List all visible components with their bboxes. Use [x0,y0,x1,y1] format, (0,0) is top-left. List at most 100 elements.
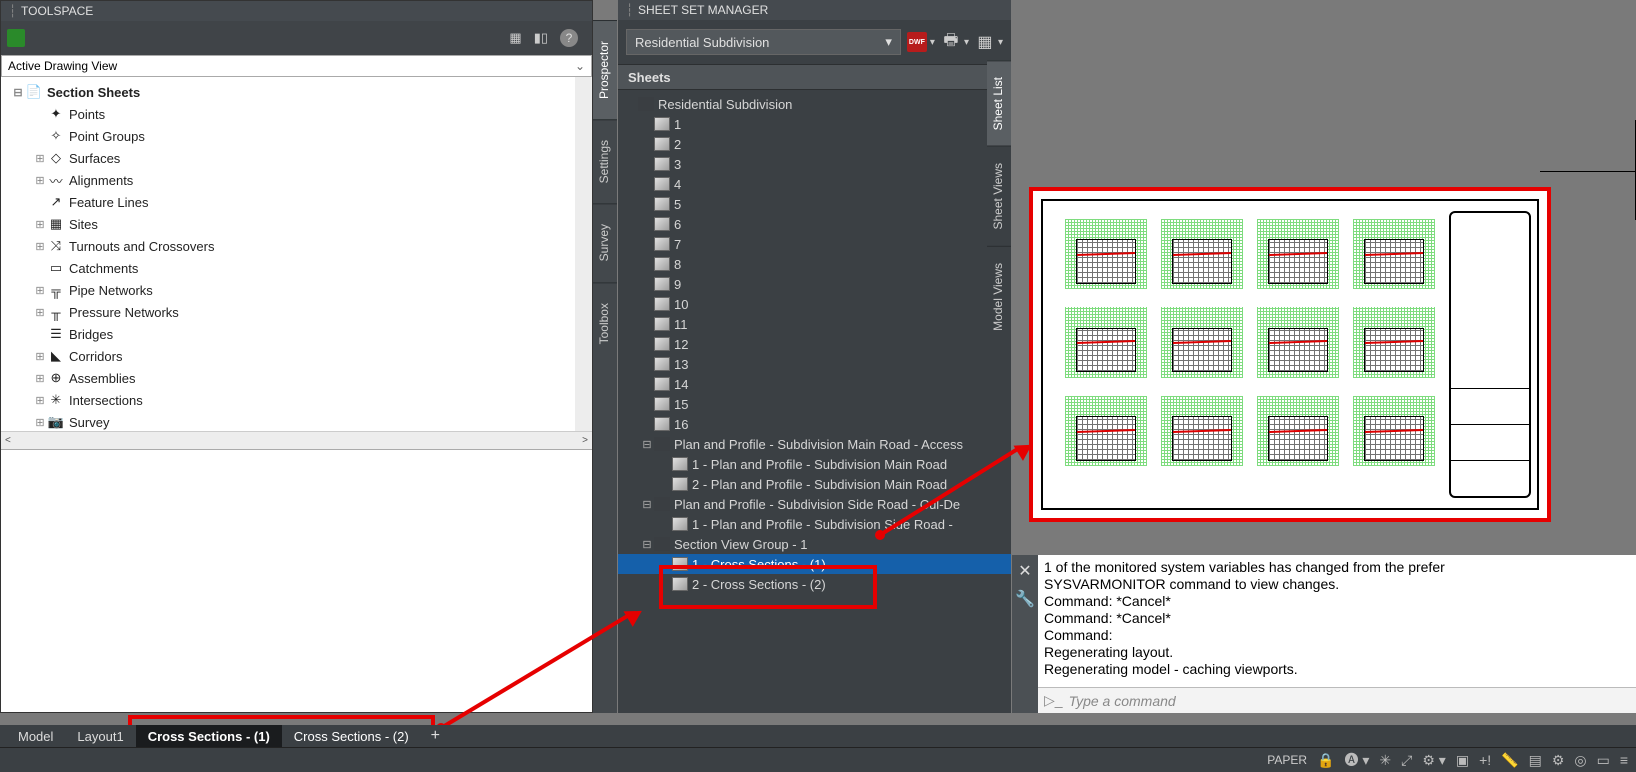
dropdown-arrow-icon[interactable]: ▾ [930,37,935,48]
add-layout-button[interactable]: + [421,727,450,745]
sheet-item[interactable]: 3 [618,154,1011,174]
sheet-item[interactable]: 14 [618,374,1011,394]
sheet-set-dropdown[interactable]: Residential Subdivision ▾ [626,29,901,55]
tab-cross-sections-2[interactable]: Cross Sections - (2) [282,725,421,747]
sheet-item[interactable]: 2 - Plan and Profile - Subdivision Main … [618,474,1011,494]
expand-icon[interactable]: ⊟ [640,538,654,551]
isolate-objects-icon[interactable]: ◎ [1574,752,1586,769]
tree-item[interactable]: ✦Points [1,103,575,125]
autoscale-icon[interactable]: ⤢ [1401,752,1412,769]
close-icon[interactable]: ✕ [1018,561,1031,581]
sheet-item[interactable]: ⊟Plan and Profile - Subdivision Side Roa… [618,494,1011,514]
tree-item[interactable]: ⊞✳Intersections [1,389,575,411]
help-icon[interactable]: ? [560,29,578,47]
tree-item[interactable]: ⊞╦Pipe Networks [1,279,575,301]
tree-item[interactable]: ↗Feature Lines [1,191,575,213]
tree-item[interactable]: ☰Bridges [1,323,575,345]
toolspace-app-icon[interactable] [7,29,25,47]
expand-icon[interactable]: ⊞ [33,284,47,297]
command-history[interactable]: 1 of the monitored system variables has … [1038,555,1636,687]
tree-item[interactable]: ⊞⊕Assemblies [1,367,575,389]
vtab-toolbox[interactable]: Toolbox [593,282,617,364]
publish-dwf-icon[interactable]: DWF [907,32,927,52]
command-input[interactable]: ▷_ Type a command [1038,687,1636,713]
tab-cross-sections-1[interactable]: Cross Sections - (1) [136,725,282,747]
clean-screen-icon[interactable]: ▭ [1597,752,1610,769]
annotation-monitor-icon[interactable]: +! [1479,752,1491,768]
print-icon[interactable]: 🖶 [941,32,961,52]
expand-icon[interactable]: ⊞ [33,218,47,231]
expand-icon[interactable]: ⊞ [33,416,47,429]
sheet-item[interactable]: 2 [618,134,1011,154]
sheet-item[interactable]: 5 [618,194,1011,214]
sheet-item[interactable]: 1 - Plan and Profile - Subdivision Side … [618,514,1011,534]
vtab-prospector[interactable]: Prospector [593,20,617,119]
sheets-tree[interactable]: Residential Subdivision12345678910111213… [618,90,1011,710]
vtab-model-views[interactable]: Model Views [987,246,1011,347]
sheet-item[interactable]: 10 [618,294,1011,314]
sheet-item[interactable]: 13 [618,354,1011,374]
expand-icon[interactable]: ⊞ [33,240,47,253]
sheet-item[interactable]: 4 [618,174,1011,194]
sheet-item[interactable]: 12 [618,334,1011,354]
sheet-item[interactable]: 2 - Cross Sections - (2) [618,574,1011,594]
sheet-item[interactable]: 15 [618,394,1011,414]
horizontal-scrollbar[interactable]: <> [1,431,592,449]
expand-icon[interactable]: ⊞ [33,394,47,407]
annotation-scale-icon[interactable]: 🅐 ▾ [1345,750,1370,770]
sheet-item[interactable]: 9 [618,274,1011,294]
sheet-item[interactable]: ⊟Section View Group - 1 [618,534,1011,554]
sheet-item[interactable]: 1 [618,114,1011,134]
sheet-item[interactable]: 11 [618,314,1011,334]
sheet-item[interactable]: 1 - Cross Sections - (1) [618,554,1011,574]
tab-layout1[interactable]: Layout1 [65,725,135,747]
dropdown-arrow-icon[interactable]: ▾ [964,37,969,48]
quick-properties-icon[interactable]: ▤ [1529,752,1542,769]
tree-item[interactable]: ⊞◣Corridors [1,345,575,367]
vtab-survey[interactable]: Survey [593,203,617,281]
customization-icon[interactable]: ≡ [1620,752,1628,768]
expand-icon[interactable]: ⊞ [33,372,47,385]
expand-icon[interactable]: ⊞ [33,174,47,187]
sheet-item[interactable]: ⊟Plan and Profile - Subdivision Main Roa… [618,434,1011,454]
tree-item[interactable]: ⊞▦Sites [1,213,575,235]
tree-item[interactable]: ⊞◇Surfaces [1,147,575,169]
paper-model-toggle[interactable]: PAPER [1267,753,1307,767]
expand-icon[interactable]: ⊞ [33,306,47,319]
annotation-visibility-icon[interactable]: ✳ [1379,752,1391,769]
wrench-icon[interactable]: 🔧 [1015,589,1035,609]
sheet-selection-icon[interactable]: ▦ [975,32,995,52]
toolspace-panorama-icon[interactable]: ▮▯ [534,30,548,46]
tree-item[interactable]: ⊞⤨Turnouts and Crossovers [1,235,575,257]
tree-item[interactable]: ▭Catchments [1,257,575,279]
tree-item[interactable]: ⊟📄Section Sheets [1,81,575,103]
tree-item[interactable]: ✧Point Groups [1,125,575,147]
vtab-sheet-list[interactable]: Sheet List [987,60,1011,146]
panel-grip-icon[interactable]: ┆ [626,3,632,17]
expand-icon[interactable]: ⊟ [640,438,654,451]
units-icon[interactable]: 📏 [1501,752,1518,769]
workspace-icon[interactable]: ⚙ ▾ [1422,752,1445,769]
expand-icon[interactable]: ⊟ [640,498,654,511]
sheet-item[interactable]: Residential Subdivision [618,94,1011,114]
tree-item[interactable]: ⊞📷Survey [1,411,575,431]
tree-item[interactable]: ⊞〰Alignments [1,169,575,191]
sheet-item[interactable]: 16 [618,414,1011,434]
sheet-item[interactable]: 8 [618,254,1011,274]
toolspace-item-icon[interactable]: ▦ [509,30,521,46]
tree-item[interactable]: ⊞╥Pressure Networks [1,301,575,323]
layout-preview[interactable] [1029,187,1551,522]
panel-grip-icon[interactable]: ┆ [9,4,15,18]
sheet-item[interactable]: 7 [618,234,1011,254]
hardware-accel-icon[interactable]: ⚙ [1552,752,1565,769]
lock-viewport-icon[interactable]: 🔒 [1317,752,1334,769]
expand-icon[interactable]: ⊞ [33,152,47,165]
active-view-dropdown[interactable]: Active Drawing View ⌄ [1,55,592,77]
sheet-item[interactable]: 6 [618,214,1011,234]
sheet-item[interactable]: 1 - Plan and Profile - Subdivision Main … [618,454,1011,474]
prospector-tree[interactable]: ⊟📄Section Sheets✦Points✧Point Groups⊞◇Su… [1,77,592,431]
vtab-sheet-views[interactable]: Sheet Views [987,146,1011,246]
dropdown-arrow-icon[interactable]: ▾ [998,37,1003,48]
vtab-settings[interactable]: Settings [593,119,617,203]
tab-model[interactable]: Model [6,725,65,747]
